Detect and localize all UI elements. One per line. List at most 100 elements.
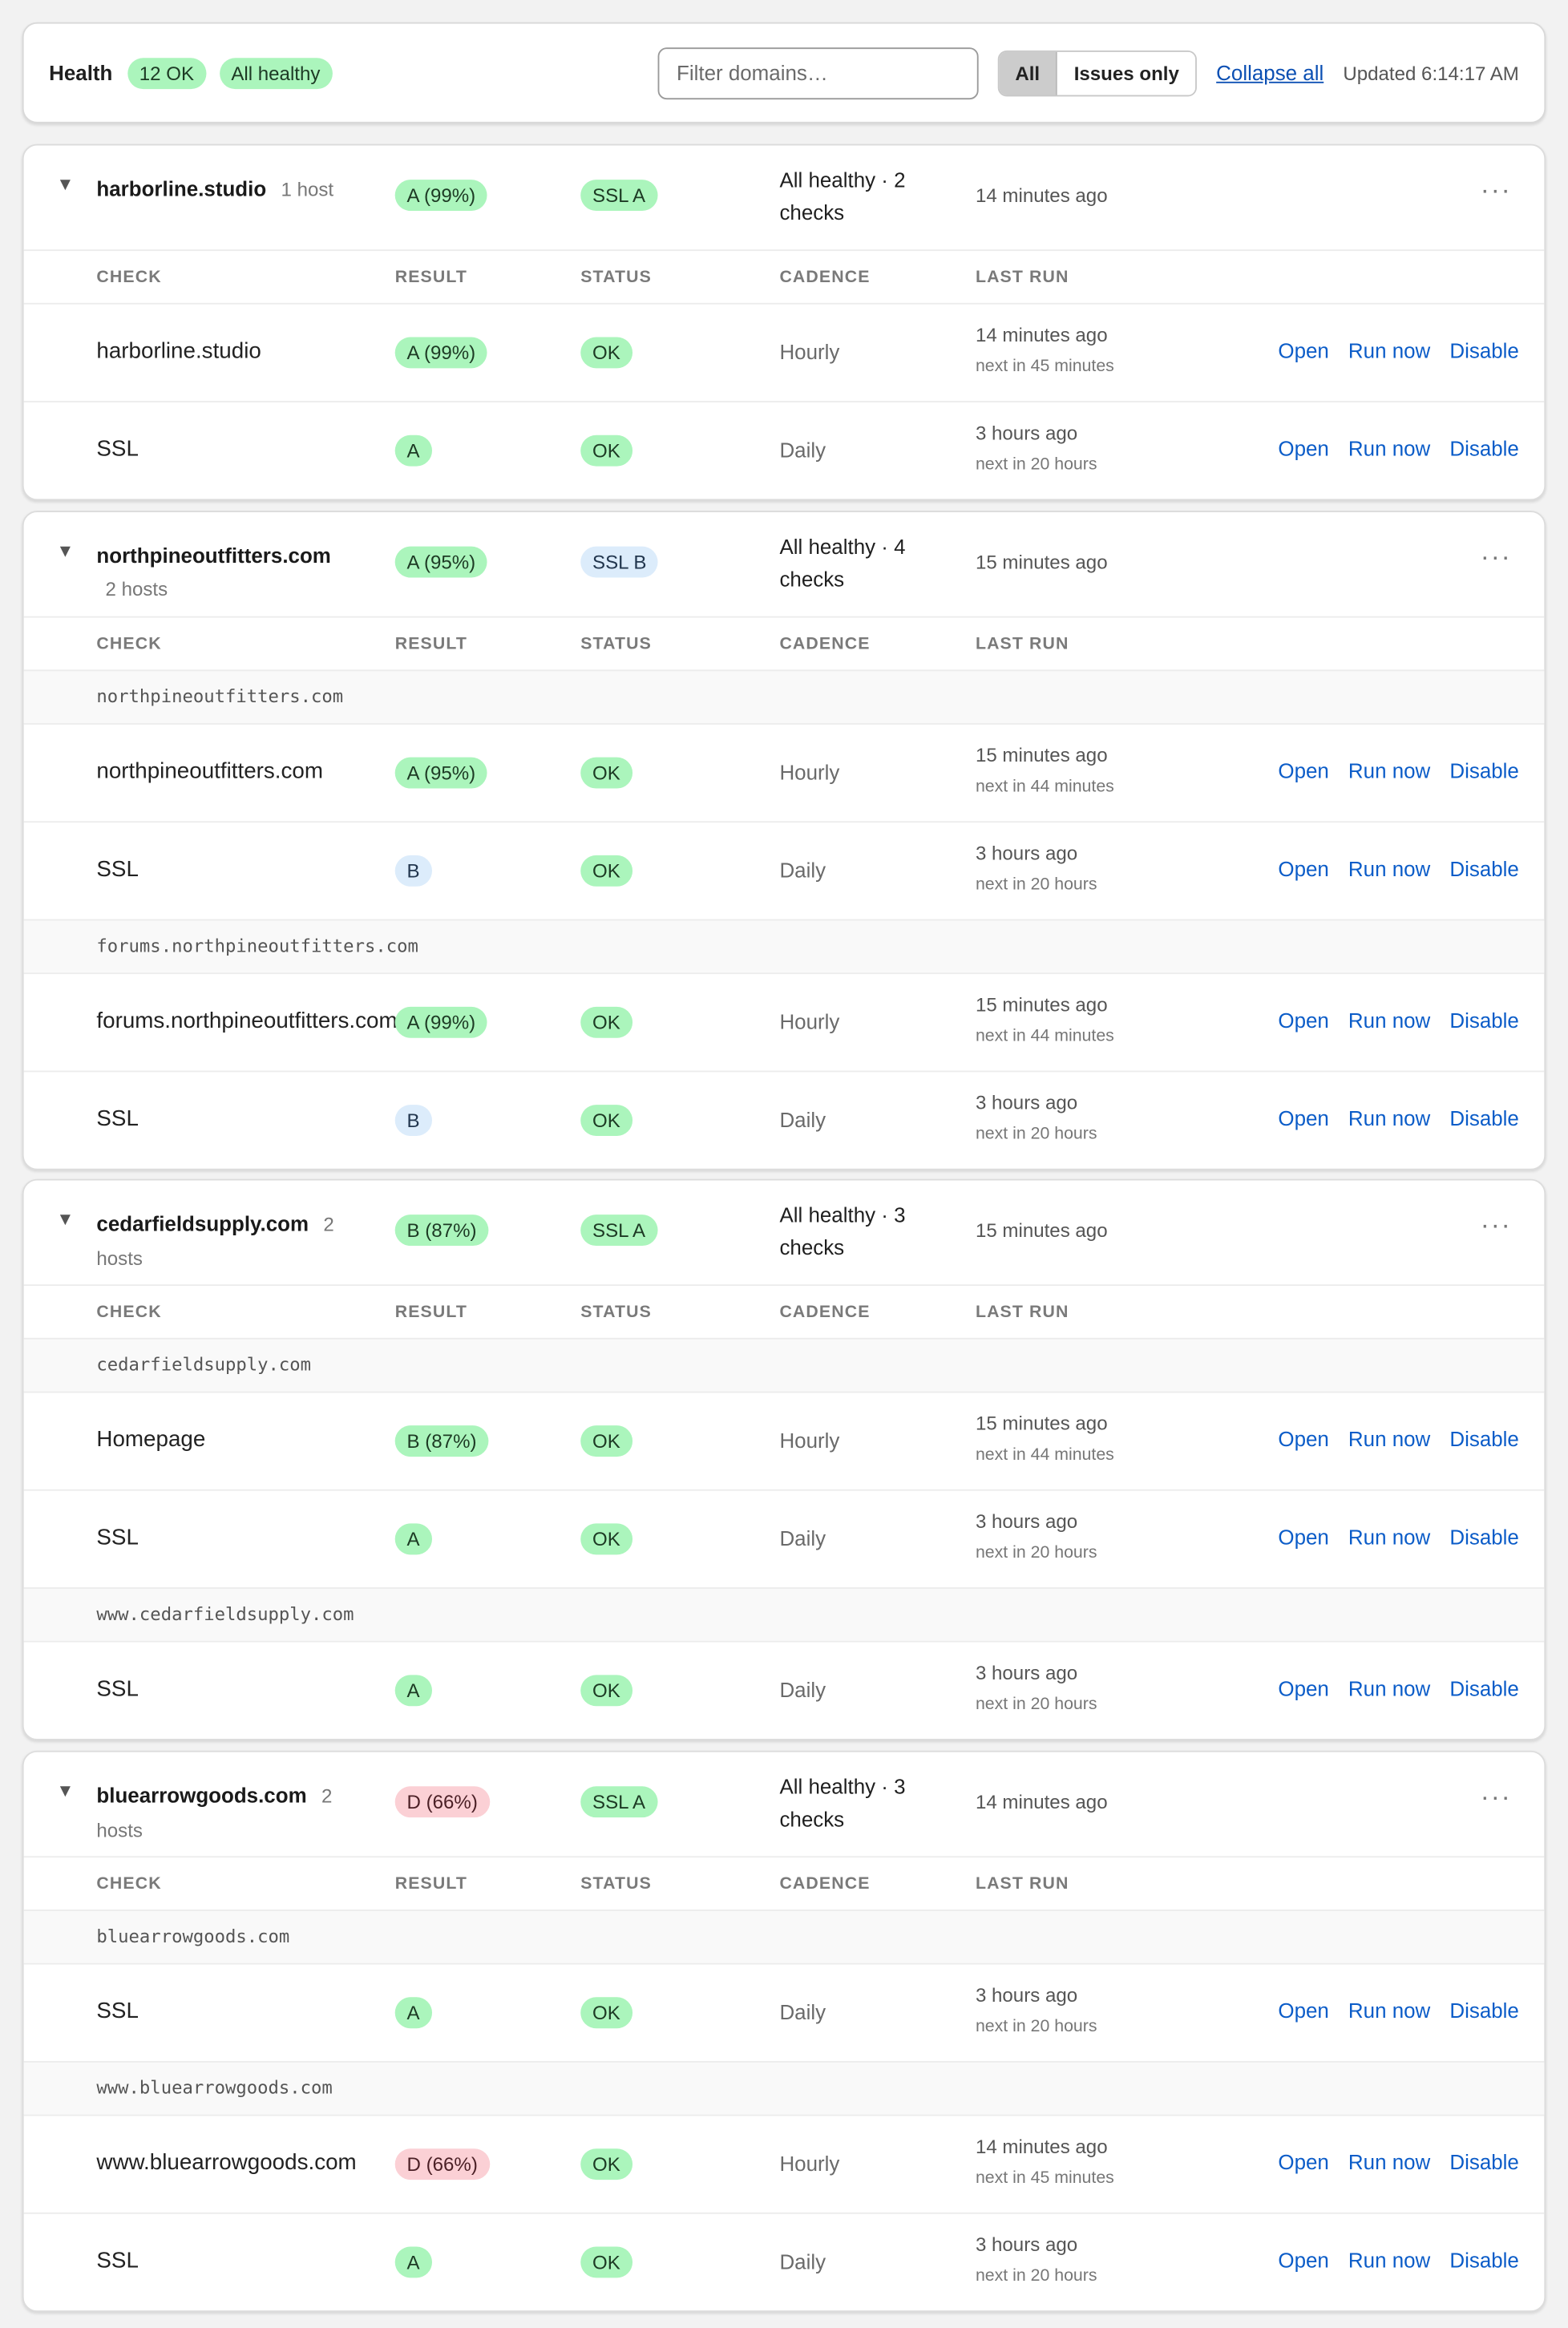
run-now-link[interactable]: Run now [1348,338,1430,362]
run-now-link[interactable]: Run now [1348,1999,1430,2023]
run-now-link[interactable]: Run now [1348,857,1430,881]
open-link[interactable]: Open [1278,338,1328,362]
more-options-icon[interactable]: ··· [1481,176,1512,207]
check-last-run: 3 hours ago [975,1983,1078,2007]
domain-summary-row[interactable]: ▼ northpineoutfitters.com 2 hosts A (95%) S… [24,512,1545,616]
check-next-run: next in 20 hours [975,1695,1097,1714]
host-group-row: cedarfieldsupply.com [23,1337,1545,1392]
check-name: harborline.studio [96,338,261,364]
check-actions: Open Run now Disable [1278,1106,1518,1130]
host-count: 1 host [281,178,334,201]
check-actions: Open Run now Disable [1278,338,1518,362]
filter-issues-only-button[interactable]: Issues only [1057,51,1196,95]
open-link[interactable]: Open [1278,1008,1328,1033]
check-cadence: Hourly [779,2151,840,2176]
check-row: SSL A OK Daily 3 hours ago next in 20 hours Op… [23,1962,1545,2061]
run-now-link[interactable]: Run now [1348,759,1430,783]
host-name: www.bluearrowgoods.com [96,2077,333,2099]
more-options-icon[interactable]: ··· [1481,1210,1512,1242]
run-now-link[interactable]: Run now [1348,1427,1430,1451]
disable-link[interactable]: Disable [1449,1525,1519,1549]
disable-link[interactable]: Disable [1449,1999,1519,2023]
check-next-run: next in 20 hours [975,1544,1097,1562]
disable-link[interactable]: Disable [1449,437,1519,461]
check-name: Homepage [96,1427,206,1453]
open-link[interactable]: Open [1278,1106,1328,1130]
check-result-badge: A [394,1675,432,1707]
domain-summary-row[interactable]: ▼ bluearrowgoods.com 2 hosts D (66%) SSL A A… [24,1752,1545,1857]
domain-grade-badge: D (66%) [394,1786,490,1818]
domain-name-text: bluearrowgoods.com [96,1783,307,1808]
run-now-link[interactable]: Run now [1348,1676,1430,1700]
column-header-last-run: LAST RUN [975,1303,1069,1322]
domain-health-summary: All healthy · 3 checks [779,1774,906,1831]
check-cadence: Daily [779,1526,826,1550]
run-now-link[interactable]: Run now [1348,2150,1430,2174]
domain-name: cedarfieldsupply.com 2 hosts [96,1207,349,1275]
domain-summary-row[interactable]: ▼ cedarfieldsupply.com 2 hosts B (87%) SSL … [24,1181,1545,1285]
check-cadence: Hourly [779,760,840,784]
open-link[interactable]: Open [1278,857,1328,881]
collapse-all-link[interactable]: Collapse all [1216,61,1324,85]
check-last-run: 14 minutes ago [975,2135,1108,2158]
disable-link[interactable]: Disable [1449,1676,1519,1700]
check-result-badge: D (66%) [394,2148,490,2180]
disable-link[interactable]: Disable [1449,1427,1519,1451]
ssl-grade-badge: SSL A [580,1786,657,1818]
open-link[interactable]: Open [1278,759,1328,783]
disable-link[interactable]: Disable [1449,2248,1519,2272]
host-group-row: www.bluearrowgoods.com [23,2060,1545,2115]
more-options-icon[interactable]: ··· [1481,1782,1512,1813]
disable-link[interactable]: Disable [1449,1008,1519,1033]
check-cadence: Daily [779,438,826,463]
run-now-link[interactable]: Run now [1348,1525,1430,1549]
ok-count-badge: 12 OK [127,57,206,89]
domain-name: northpineoutfitters.com 2 hosts [96,539,349,605]
check-actions: Open Run now Disable [1278,2150,1518,2174]
column-header-check: CHECK [96,635,162,653]
check-cadence: Daily [779,2000,826,2024]
run-now-link[interactable]: Run now [1348,2248,1430,2272]
host-name: forums.northpineoutfitters.com [96,935,418,956]
filter-domains-input[interactable] [657,46,979,99]
domain-summary-row[interactable]: ▼ harborline.studio 1 host A (99%) SSL A All… [24,146,1545,250]
column-header-last-run: LAST RUN [975,1875,1069,1894]
check-name: SSL [96,856,139,883]
collapse-caret-icon[interactable]: ▼ [56,1780,74,1801]
check-result-badge: A [394,1997,432,2029]
open-link[interactable]: Open [1278,2248,1328,2272]
collapse-caret-icon[interactable]: ▼ [56,174,74,195]
disable-link[interactable]: Disable [1449,1106,1519,1130]
more-options-icon[interactable]: ··· [1481,542,1512,573]
column-header-cadence: CADENCE [779,269,871,287]
disable-link[interactable]: Disable [1449,338,1519,362]
open-link[interactable]: Open [1278,437,1328,461]
run-now-link[interactable]: Run now [1348,437,1430,461]
filter-all-button[interactable]: All [998,51,1058,95]
disable-link[interactable]: Disable [1449,857,1519,881]
run-now-link[interactable]: Run now [1348,1106,1430,1130]
check-next-run: next in 20 hours [975,455,1097,474]
open-link[interactable]: Open [1278,1525,1328,1549]
check-row: SSL B OK Daily 3 hours ago next in 20 hours Op… [23,821,1545,919]
domain-health-summary: All healthy · 4 checks [779,534,906,592]
check-next-run: next in 20 hours [975,875,1097,895]
open-link[interactable]: Open [1278,2150,1328,2174]
open-link[interactable]: Open [1278,1427,1328,1451]
open-link[interactable]: Open [1278,1999,1328,2023]
run-now-link[interactable]: Run now [1348,1008,1430,1033]
disable-link[interactable]: Disable [1449,759,1519,783]
host-group-row: northpineoutfitters.com [23,669,1545,724]
disable-link[interactable]: Disable [1449,2150,1519,2174]
check-row: SSL A OK Daily 3 hours ago next in 20 hours Op… [23,401,1545,499]
collapse-caret-icon[interactable]: ▼ [56,1209,74,1230]
check-name: SSL [96,2248,139,2273]
check-row: harborline.studio A (99%) OK Hourly 14 minut… [23,302,1545,401]
check-status-badge: OK [580,1675,632,1707]
domain-card: ▼ harborline.studio 1 host A (99%) SSL A All… [22,143,1546,501]
check-row: SSL A OK Daily 3 hours ago next in 20 hours Op… [23,1489,1545,1587]
domain-name-text: cedarfieldsupply.com [96,1211,309,1236]
ssl-grade-badge: SSL B [580,546,659,578]
collapse-caret-icon[interactable]: ▼ [56,540,74,561]
open-link[interactable]: Open [1278,1676,1328,1700]
